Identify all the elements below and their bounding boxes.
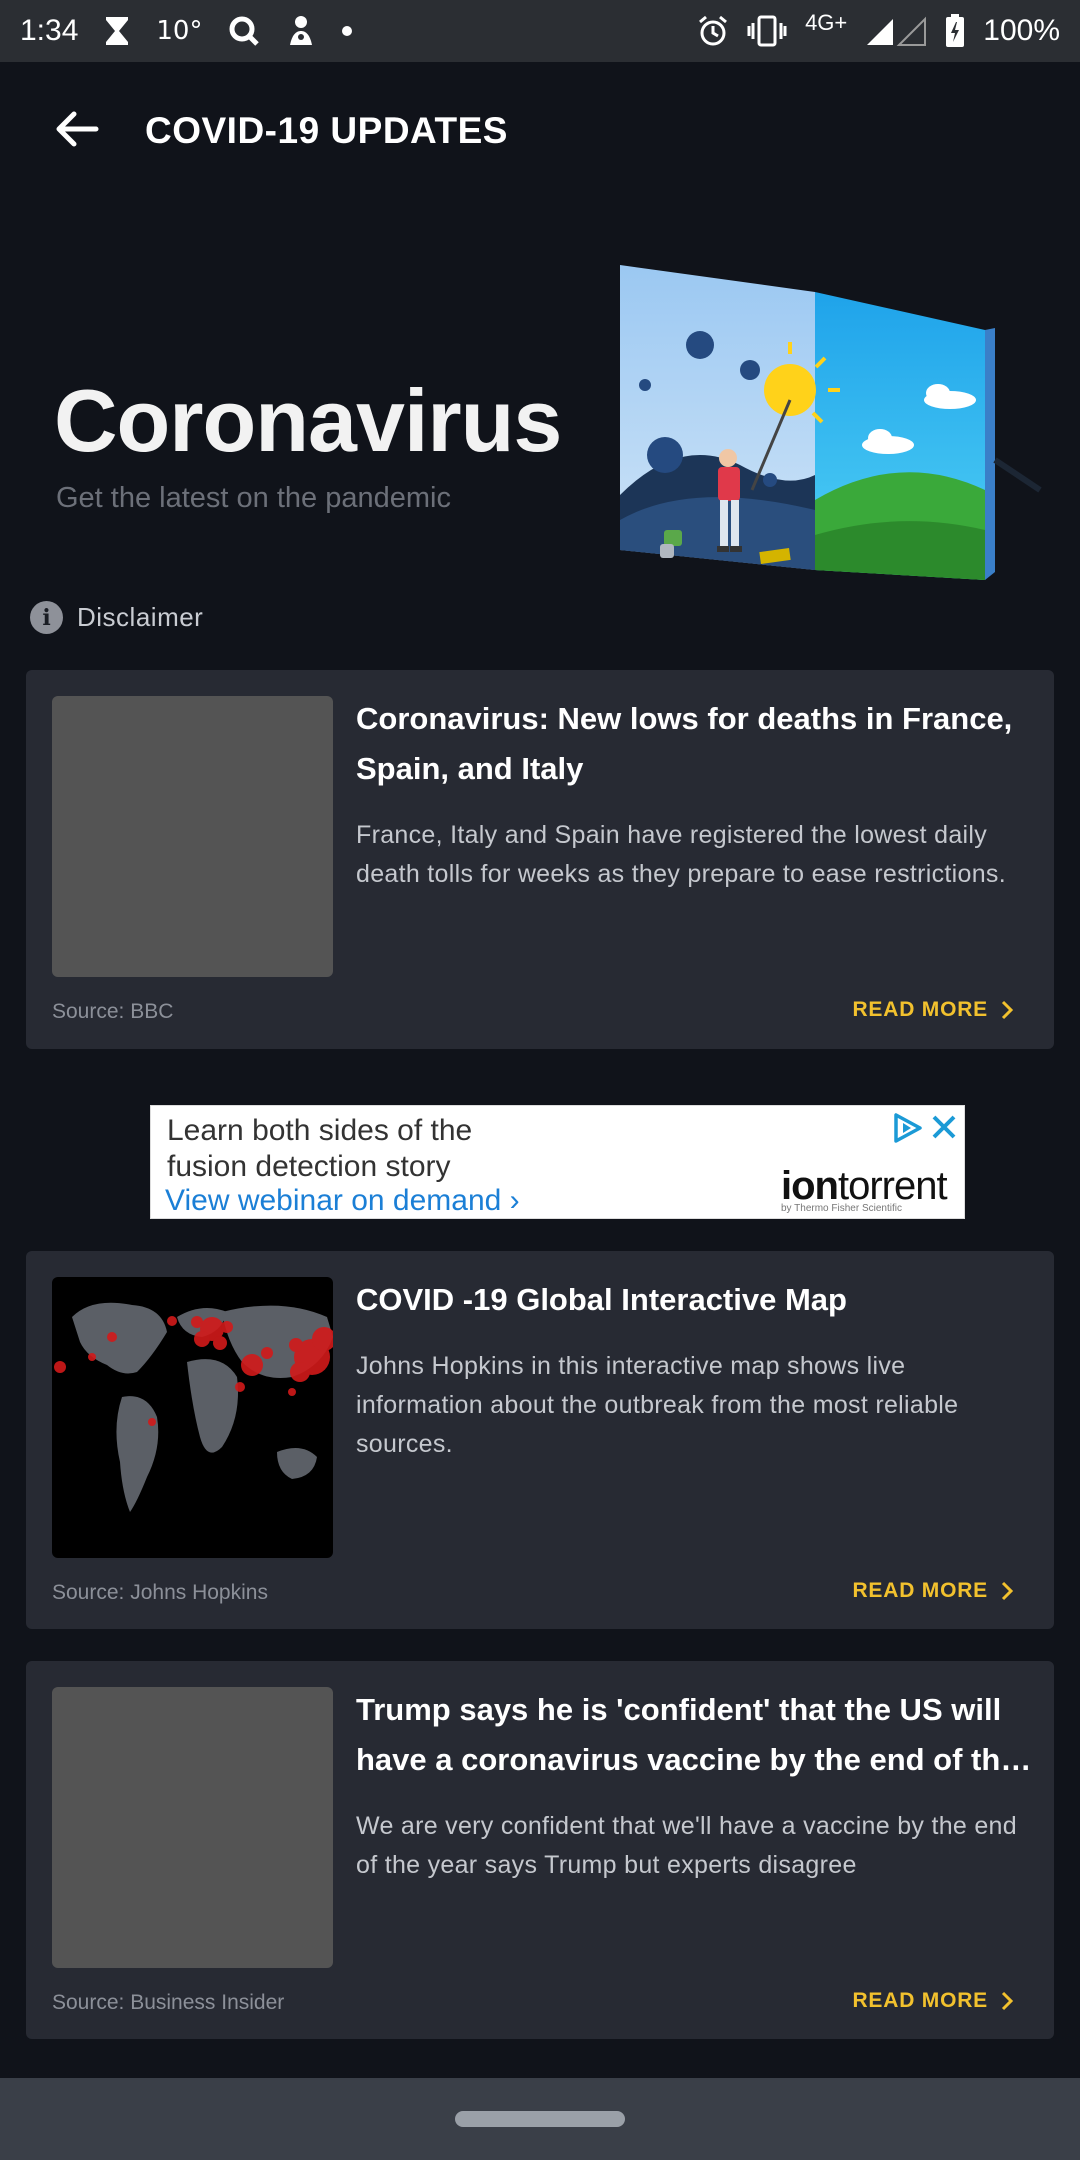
article-card[interactable]: Coronavirus: New lows for deaths in Fran…: [26, 670, 1054, 1049]
search-icon: [228, 15, 260, 47]
app-screen: 1:34 10° 4G+ 100% COVID-19 UPDATES Coron…: [0, 0, 1080, 2160]
read-more-label: READ MORE: [852, 998, 988, 1021]
dot-icon: [342, 26, 353, 36]
read-more-button[interactable]: READ MORE: [852, 1579, 1014, 1603]
vibrate-icon: [747, 15, 787, 47]
status-right: 4G+ 100%: [697, 10, 1060, 48]
article-source: Source: Johns Hopkins: [52, 1581, 268, 1604]
article-description: We are very confident that we'll have a …: [356, 1812, 1017, 1879]
network-type: 4G+: [805, 10, 848, 35]
article-description: France, Italy and Spain have registered …: [356, 821, 1006, 888]
hero-subtitle: Get the latest on the pandemic: [56, 482, 451, 514]
status-left: 1:34 10°: [20, 14, 353, 48]
battery-level: 100%: [983, 14, 1060, 47]
article-card[interactable]: COVID -19 Global Interactive Map Johns H…: [26, 1251, 1054, 1629]
ad-brand-rest: torrent: [837, 1164, 948, 1208]
hero-title: Coronavirus: [54, 371, 562, 470]
back-button[interactable]: [52, 104, 102, 154]
status-time: 1:34: [20, 14, 79, 47]
system-nav-bar: [0, 2078, 1080, 2160]
ad-choices-icon[interactable]: [891, 1111, 925, 1145]
hero-illustration: [600, 250, 1080, 590]
chevron-right-icon: [1001, 1000, 1014, 1020]
battery-icon: [945, 14, 965, 48]
hourglass-icon: [104, 16, 130, 46]
arrow-left-icon: [56, 111, 99, 147]
article-card[interactable]: Trump says he is 'confident' that the US…: [26, 1661, 1054, 2039]
article-description: Johns Hopkins in this interactive map sh…: [356, 1352, 959, 1458]
ad-cta-link[interactable]: View webinar on demand ›: [165, 1184, 520, 1218]
home-gesture-pill[interactable]: [455, 2111, 625, 2127]
chevron-right-icon: [1001, 1581, 1014, 1601]
page-title: COVID-19 UPDATES: [145, 110, 508, 151]
gesture-icon: [286, 15, 316, 47]
article-title: Coronavirus: New lows for deaths in Fran…: [356, 701, 1013, 786]
article-thumbnail-placeholder: [52, 696, 333, 977]
article-source: Source: BBC: [52, 1000, 174, 1023]
info-icon: i: [30, 601, 63, 634]
article-source: Source: Business Insider: [52, 1991, 285, 2014]
disclaimer-label: Disclaimer: [77, 602, 204, 632]
close-icon[interactable]: [929, 1112, 959, 1142]
disclaimer-button[interactable]: i Disclaimer: [30, 601, 203, 634]
world-map-thumbnail: [52, 1277, 333, 1558]
read-more-button[interactable]: READ MORE: [852, 1989, 1014, 2013]
ad-headline-line2: fusion detection story: [167, 1150, 451, 1183]
signal-icon: [865, 15, 927, 47]
ad-brand-bold: ion: [781, 1164, 839, 1208]
chevron-right-icon: [1001, 1991, 1014, 2011]
read-more-button[interactable]: READ MORE: [852, 998, 1014, 1022]
read-more-label: READ MORE: [852, 1579, 988, 1602]
ad-banner[interactable]: Learn both sides of the fusion detection…: [150, 1105, 965, 1219]
status-temperature: 10°: [156, 16, 203, 46]
article-thumbnail-placeholder: [52, 1687, 333, 1968]
read-more-label: READ MORE: [852, 1989, 988, 2012]
app-bar: COVID-19 UPDATES: [0, 62, 1080, 200]
ad-brand-tagline: by Thermo Fisher Scientific: [781, 1203, 902, 1214]
article-title: Trump says he is 'confident' that the US…: [356, 1692, 1018, 1777]
alarm-icon: [697, 15, 729, 47]
ad-headline-line1: Learn both sides of the: [167, 1114, 473, 1147]
article-title: COVID -19 Global Interactive Map: [356, 1282, 847, 1317]
status-bar: 1:34 10° 4G+ 100%: [0, 0, 1080, 62]
